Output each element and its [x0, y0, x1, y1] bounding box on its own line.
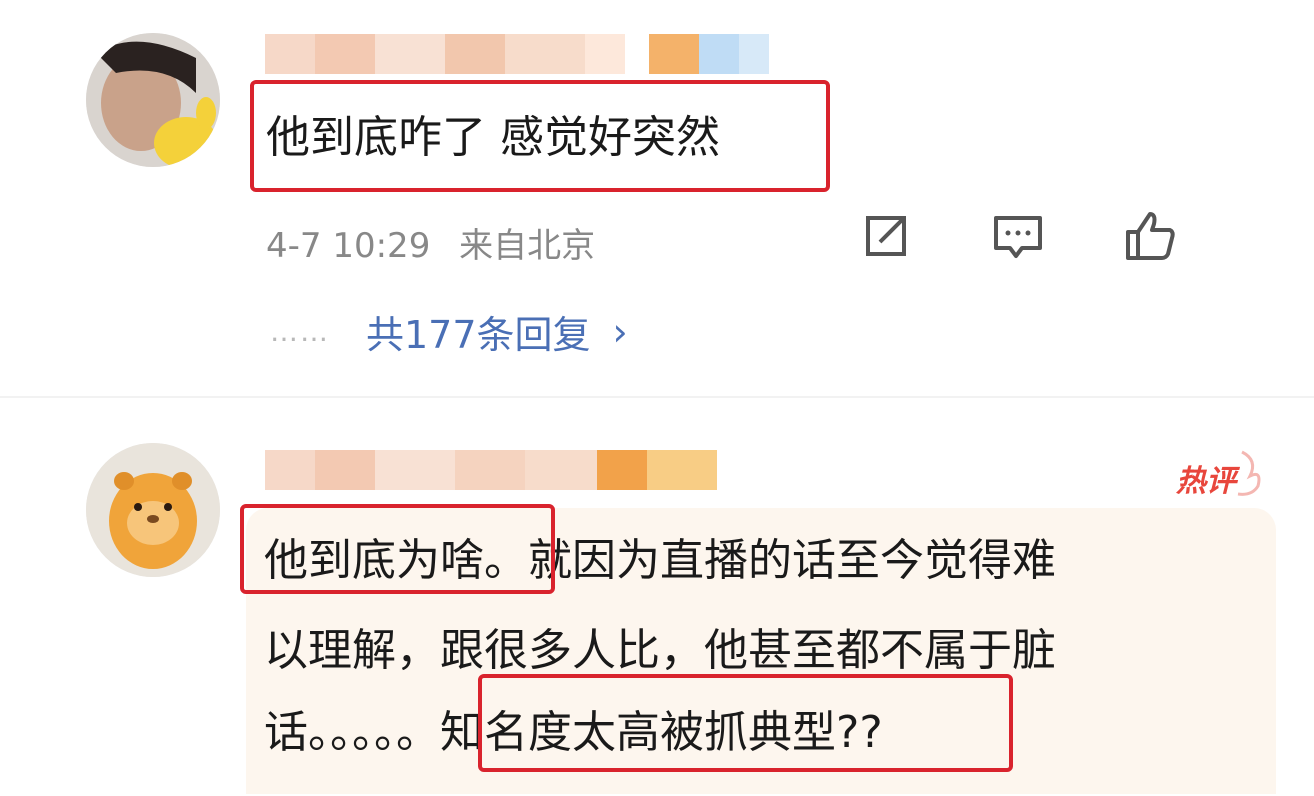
comment-text-line: 他到底为啥。就因为直播的话至今觉得难	[264, 535, 1056, 586]
comment-text-line: 话。。。。。知名度太高被抓典型??	[264, 707, 883, 758]
comment-text: 他到底咋了 感觉好突然	[266, 112, 720, 163]
comment-time: 4-7 10:29	[266, 226, 431, 266]
avatar[interactable]	[86, 443, 220, 577]
view-replies-link[interactable]: …… 共177条回复 ›	[270, 304, 628, 359]
username-blurred[interactable]	[265, 450, 717, 490]
comment-meta: 4-7 10:29 来自北京	[266, 218, 595, 267]
replies-count-label[interactable]: 共177条回复	[366, 304, 591, 359]
replies-dots: ……	[270, 315, 330, 348]
username-blurred[interactable]	[265, 34, 769, 74]
avatar[interactable]	[86, 33, 220, 167]
comment-location: 来自北京	[459, 226, 596, 266]
share-icon[interactable]	[858, 208, 914, 264]
comment-card: 热评 他到底为啥。就因为直播的话至今觉得难 以理解，跟很多人比，他甚至都不属于脏…	[0, 398, 1314, 796]
hot-comment-label: 热评	[1176, 464, 1236, 499]
chevron-right-icon: ›	[612, 309, 628, 354]
comment-text-line: 以理解，跟很多人比，他甚至都不属于脏	[264, 625, 1056, 676]
comment-icon[interactable]	[990, 208, 1046, 264]
comment-card: 他到底咋了 感觉好突然 4-7 10:29 来自北京 …… 共177条回复 ›	[0, 0, 1314, 398]
like-icon[interactable]	[1122, 208, 1178, 264]
